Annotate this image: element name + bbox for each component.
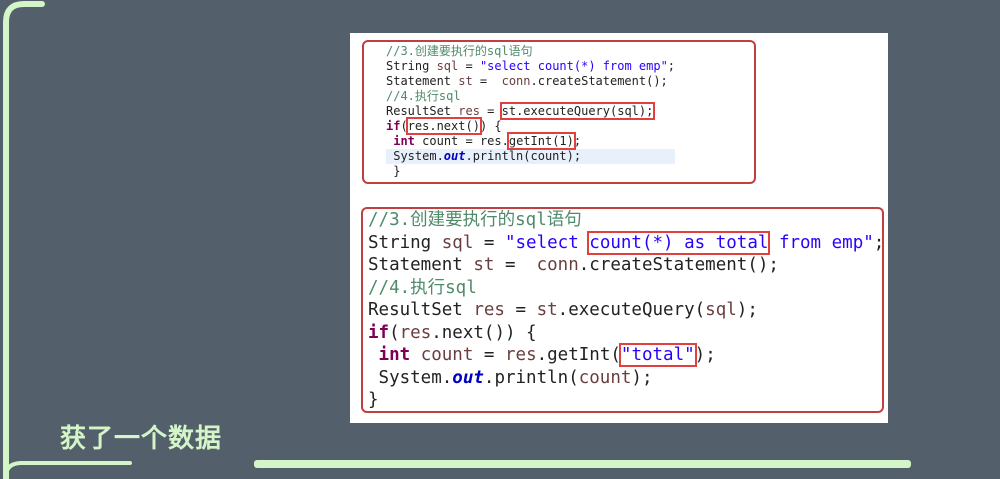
code-token: out [452,367,484,388]
code-token: "select count(*) from emp" [479,59,668,73]
code-line: int count = res.getInt(1); [386,132,675,150]
highlighted-code-token: res.next() [405,117,482,135]
slide-caption: 获了一个数据 [60,424,223,454]
code-token: //3.创建要执行的sql语句 [386,44,533,58]
code-token: sql [441,232,474,253]
code-token: ); [736,300,758,320]
code-line: System.out.println(count); [368,367,884,390]
code-line: if(res.next()) { [368,322,884,345]
code-box-before: //3.创建要执行的sql语句 String sql = "select coun… [362,40,756,184]
code-token: res [458,104,480,118]
code-line: //3.创建要执行的sql语句 [386,44,675,59]
code-token: .createStatement(); [530,74,668,88]
code-line: int count = res.getInt("total"); [368,343,884,367]
code-token: = [458,59,480,73]
code-token: ); [694,345,716,365]
code-token: count [420,345,474,365]
code-token: if [368,322,390,343]
code-line: } [368,389,884,412]
code-token: st [458,74,473,88]
code-token: st [473,255,495,275]
code-token: ; [573,134,582,148]
highlighted-code-token: getInt(1) [506,132,576,150]
code-token: ( [389,322,400,343]
code-line: } [386,164,675,179]
code-token: if [386,119,401,133]
code-token: "select [504,232,590,253]
code-token: int [393,134,415,148]
code-token: .createStatement(); [578,255,779,275]
code-token: //4.执行sql [368,277,477,298]
code-token: } [386,164,401,178]
code-token: res [399,322,432,343]
code-token: conn [536,255,579,275]
code-line: Statement st = conn.createStatement(); [386,74,675,89]
code-token: ) { [479,119,502,133]
code-after: //3.创建要执行的sql语句 String sql = "select coun… [368,209,884,412]
code-token: ( [400,119,408,133]
code-token: res [505,345,537,365]
highlighted-code-token: count(*) as total [587,230,771,255]
code-token: ; [667,59,676,73]
code-token: out [443,149,466,163]
code-token: //3.创建要执行的sql语句 [368,210,582,230]
code-token: st [536,300,558,320]
code-token: sql [436,59,459,73]
code-before: //3.创建要执行的sql语句 String sql = "select coun… [386,44,676,179]
code-line: Statement st = conn.createStatement(); [368,254,884,277]
code-token: count = res. [414,134,509,148]
code-line: //4.执行sql [386,89,675,104]
code-token: sql [705,300,737,320]
code-token: System. [386,149,444,163]
code-token: } [368,390,379,410]
code-token: from emp" [768,232,874,253]
code-token: ); [631,367,653,388]
code-token: .println( [483,367,579,388]
code-token: = [473,345,505,365]
code-line: String sql = "select count(*) from emp"; [386,59,675,74]
code-token: Statement [368,255,474,275]
code-line: String sql = "select count(*) as total f… [368,230,885,255]
code-token: = [479,104,502,118]
highlighted-code-token: st.executeQuery(sql); [499,102,656,120]
highlighted-code-token: "total" [618,343,697,367]
code-token: Statement [386,74,459,88]
code-token: System. [368,367,453,388]
code-token: .next()) { [431,322,537,343]
code-token: .println(count); [465,149,582,163]
code-token: = [472,74,502,88]
code-line: //3.创建要执行的sql语句 [368,209,884,232]
code-token: = [473,232,505,253]
code-token: String [386,59,437,73]
code-box-after: //3.创建要执行的sql语句 String sql = "select coun… [361,207,884,413]
code-token: ResultSet [386,104,459,118]
code-line: ResultSet res = st.executeQuery(sql); [386,102,675,120]
code-token: ResultSet [368,300,474,320]
code-token: int [378,345,411,365]
code-token: count [578,367,632,388]
code-token: String [368,232,442,253]
code-token: ; [873,232,885,253]
code-screenshot-panel: //3.创建要执行的sql语句 String sql = "select coun… [350,33,888,423]
code-line: System.out.println(count); [386,149,676,164]
code-line: //4.执行sql [368,277,884,300]
code-token: .executeQuery( [557,300,706,320]
code-token: res [473,300,505,320]
code-token: conn [501,74,531,88]
code-token: = [494,255,537,275]
code-line: ResultSet res = st.executeQuery(sql); [368,299,884,322]
code-token: //4.执行sql [386,89,461,103]
code-line: if(res.next()) { [386,117,675,135]
code-token: = [504,300,537,320]
code-token: .getInt( [536,345,621,365]
